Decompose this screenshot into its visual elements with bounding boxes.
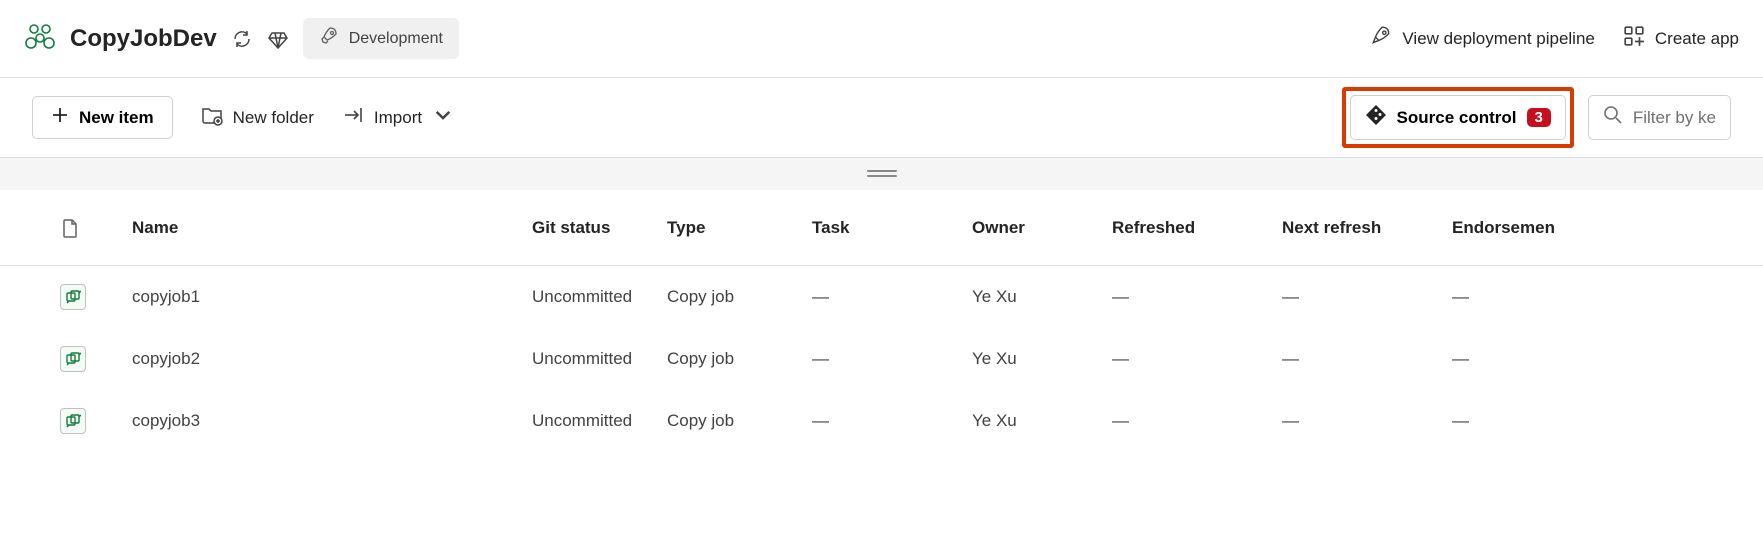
cell-next-refresh: — <box>1282 411 1452 431</box>
sync-icon[interactable] <box>231 28 253 50</box>
diamond-icon[interactable] <box>267 28 289 50</box>
rocket-icon <box>319 26 339 51</box>
stage-badge[interactable]: Development <box>303 18 459 59</box>
plus-icon <box>51 106 69 129</box>
workspace-title: CopyJobDev <box>70 25 217 53</box>
create-app-label: Create app <box>1655 29 1739 49</box>
th-owner[interactable]: Owner <box>972 218 1112 238</box>
cell-refreshed: — <box>1112 411 1282 431</box>
search-icon <box>1603 105 1623 130</box>
cell-owner: Ye Xu <box>972 349 1112 369</box>
th-endorsement[interactable]: Endorsemen <box>1452 218 1739 238</box>
cell-refreshed: — <box>1112 287 1282 307</box>
cell-type: Copy job <box>667 411 812 431</box>
cell-task: — <box>812 349 972 369</box>
cell-name: copyjob1 <box>132 287 532 307</box>
source-control-count: 3 <box>1527 108 1551 127</box>
cell-next-refresh: — <box>1282 287 1452 307</box>
cell-type: Copy job <box>667 287 812 307</box>
rocket-icon <box>1370 25 1392 52</box>
cell-next-refresh: — <box>1282 349 1452 369</box>
table-row[interactable]: copyjob3 Uncommitted Copy job — Ye Xu — … <box>0 390 1763 452</box>
header-right: View deployment pipeline Create app <box>1370 25 1739 52</box>
git-icon <box>1365 104 1387 131</box>
th-type[interactable]: Type <box>667 218 812 238</box>
copyjob-icon <box>60 346 86 372</box>
cell-endorsement: — <box>1452 287 1739 307</box>
chevron-down-icon <box>432 104 454 131</box>
cell-endorsement: — <box>1452 411 1739 431</box>
pipeline-link-label: View deployment pipeline <box>1402 29 1594 49</box>
filter-input[interactable]: Filter by ke <box>1588 95 1731 140</box>
view-pipeline-link[interactable]: View deployment pipeline <box>1370 25 1594 52</box>
th-name[interactable]: Name <box>132 218 532 238</box>
cell-git-status: Uncommitted <box>532 287 667 307</box>
cell-task: — <box>812 287 972 307</box>
app-grid-icon <box>1623 25 1645 52</box>
toolbar-right: Source control 3 Filter by ke <box>1342 87 1731 148</box>
source-control-label: Source control <box>1397 108 1517 128</box>
new-item-button[interactable]: New item <box>32 96 173 139</box>
workspace-icon <box>24 21 56 56</box>
th-git-status[interactable]: Git status <box>532 218 667 238</box>
table-row[interactable]: copyjob2 Uncommitted Copy job — Ye Xu — … <box>0 328 1763 390</box>
items-table: Name Git status Type Task Owner Refreshe… <box>0 190 1763 452</box>
th-refreshed[interactable]: Refreshed <box>1112 218 1282 238</box>
drag-handle-icon <box>867 170 897 178</box>
import-icon <box>342 104 364 131</box>
folder-plus-icon <box>201 104 223 131</box>
resize-strip[interactable] <box>0 158 1763 190</box>
table-header-row: Name Git status Type Task Owner Refreshe… <box>0 190 1763 266</box>
cell-name: copyjob2 <box>132 349 532 369</box>
th-task[interactable]: Task <box>812 218 972 238</box>
import-button[interactable]: Import <box>342 104 454 131</box>
create-app-link[interactable]: Create app <box>1623 25 1739 52</box>
page-header: CopyJobDev Development <box>0 0 1763 78</box>
new-folder-button[interactable]: New folder <box>201 104 314 131</box>
stage-label: Development <box>349 30 443 48</box>
cell-refreshed: — <box>1112 349 1282 369</box>
copyjob-icon <box>60 408 86 434</box>
copyjob-icon <box>60 284 86 310</box>
source-control-button[interactable]: Source control 3 <box>1350 95 1566 140</box>
cell-name: copyjob3 <box>132 411 532 431</box>
document-icon <box>60 218 132 238</box>
new-item-label: New item <box>79 108 154 128</box>
new-folder-label: New folder <box>233 108 314 128</box>
import-label: Import <box>374 108 422 128</box>
cell-task: — <box>812 411 972 431</box>
cell-owner: Ye Xu <box>972 287 1112 307</box>
th-next-refresh[interactable]: Next refresh <box>1282 218 1452 238</box>
toolbar-left: New item New folder Import <box>32 96 454 139</box>
cell-git-status: Uncommitted <box>532 411 667 431</box>
table-row[interactable]: copyjob1 Uncommitted Copy job — Ye Xu — … <box>0 266 1763 328</box>
cell-type: Copy job <box>667 349 812 369</box>
cell-git-status: Uncommitted <box>532 349 667 369</box>
toolbar: New item New folder Import <box>0 78 1763 158</box>
filter-placeholder: Filter by ke <box>1633 108 1716 128</box>
header-left: CopyJobDev Development <box>24 18 459 59</box>
source-control-highlight: Source control 3 <box>1342 87 1574 148</box>
cell-endorsement: — <box>1452 349 1739 369</box>
cell-owner: Ye Xu <box>972 411 1112 431</box>
